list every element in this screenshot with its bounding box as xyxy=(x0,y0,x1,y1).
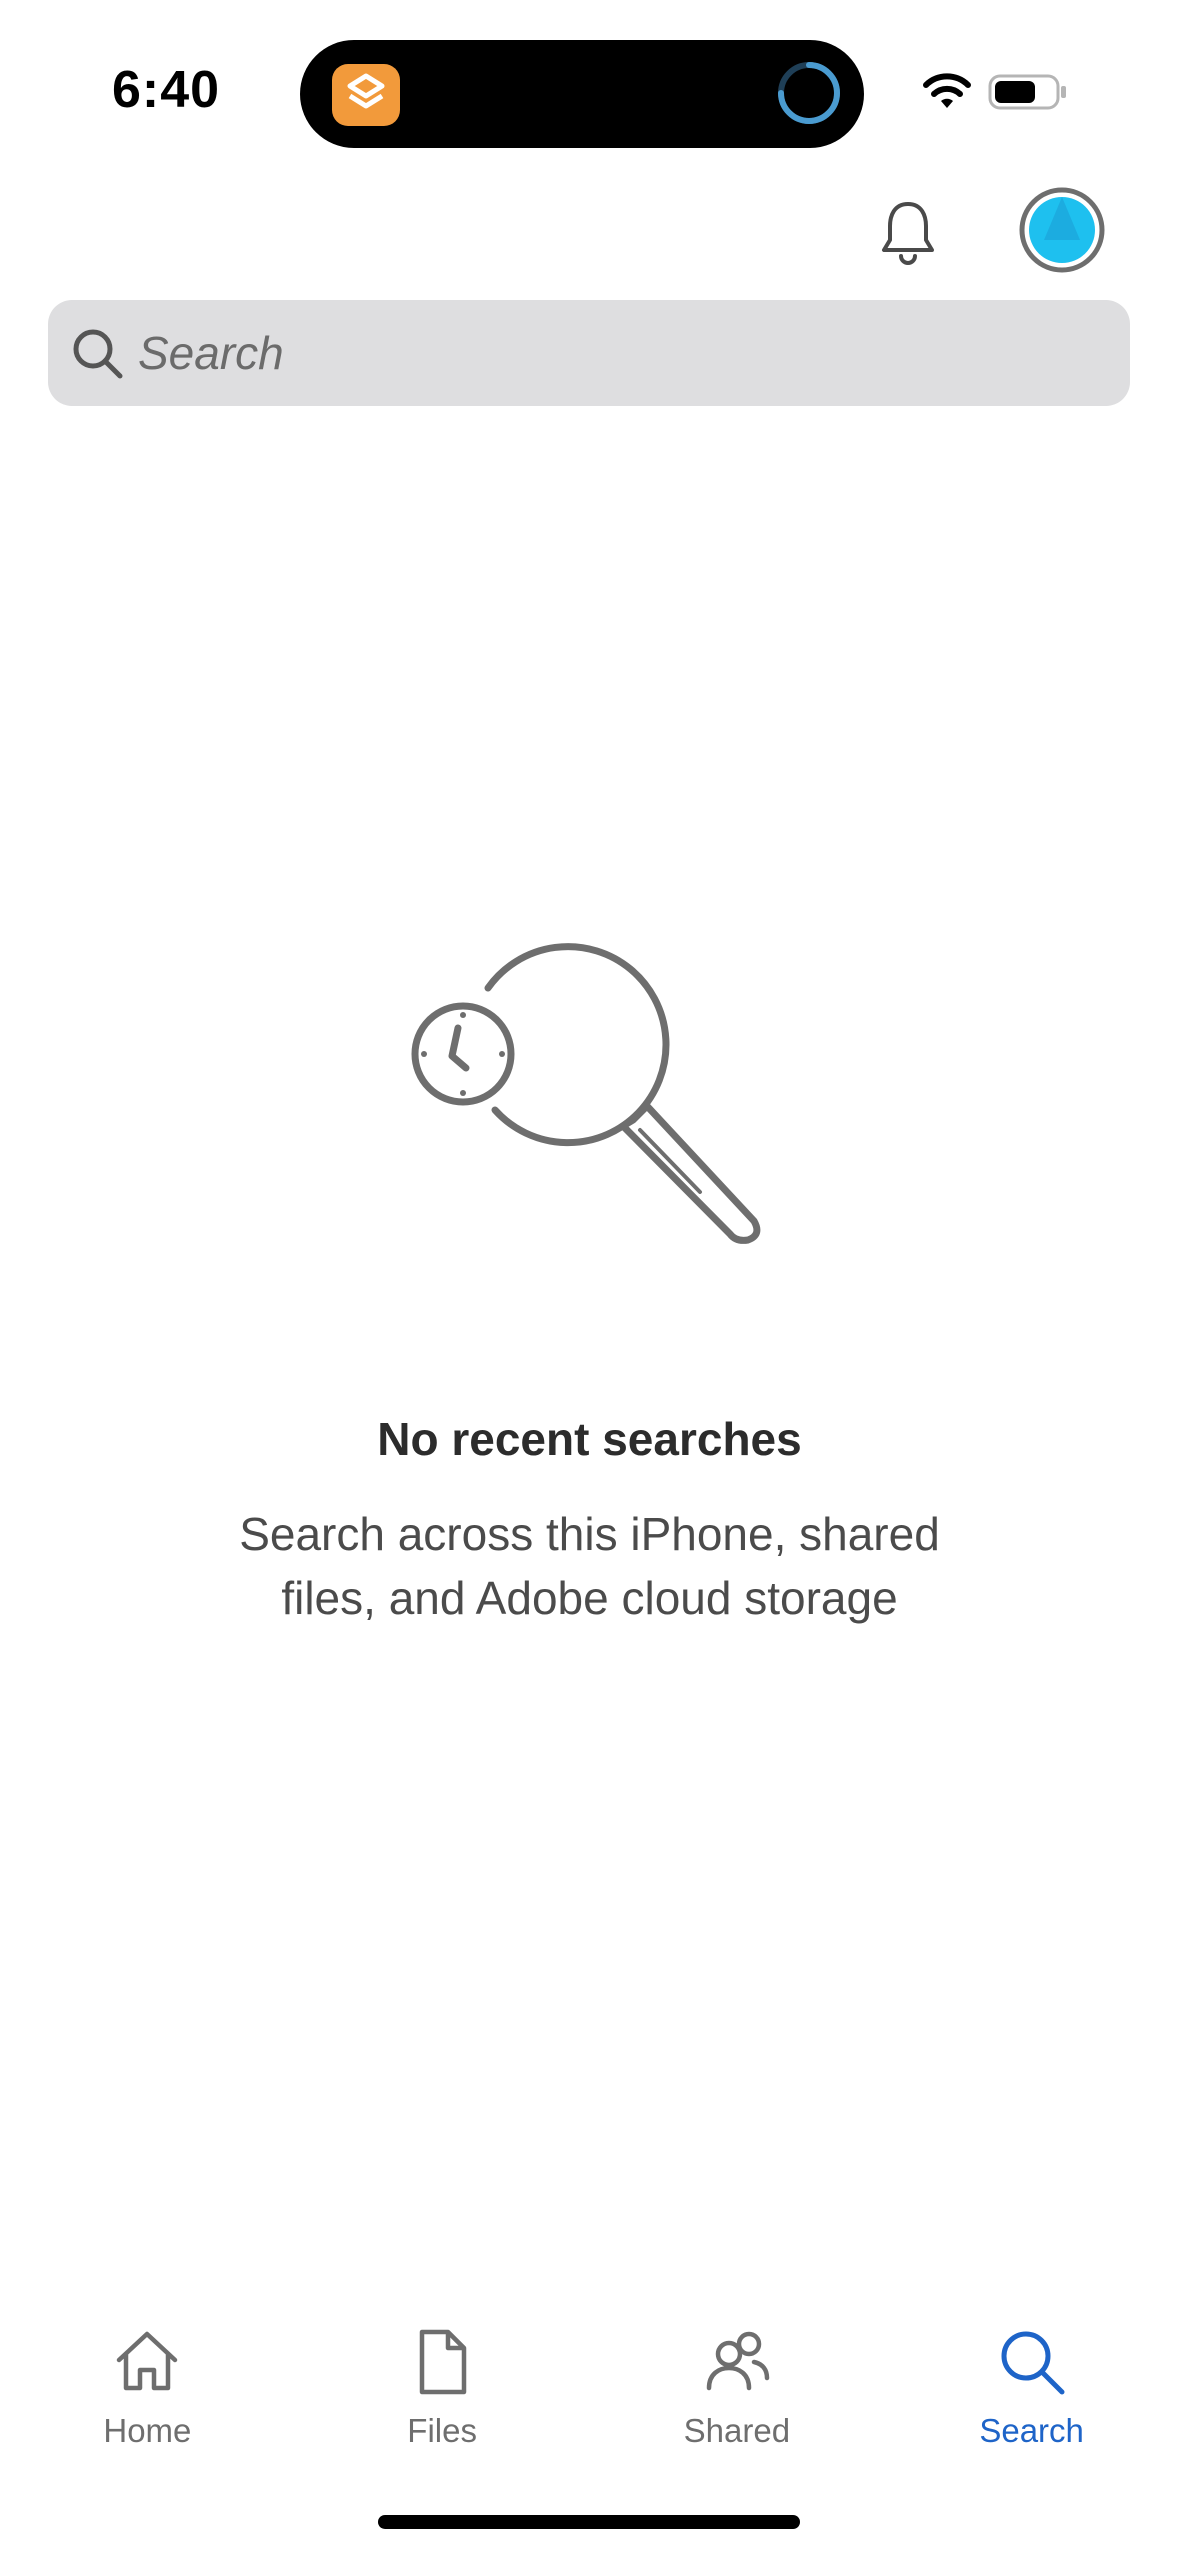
dynamic-island xyxy=(300,40,864,148)
tab-home-label: Home xyxy=(103,2412,192,2449)
shared-users-icon xyxy=(706,2331,770,2391)
shortcuts-app-icon xyxy=(332,64,400,126)
progress-spinner-icon xyxy=(774,58,844,128)
status-time: 6:40 xyxy=(112,61,221,119)
tab-shared-label: Shared xyxy=(683,2412,791,2449)
file-icon xyxy=(419,2329,467,2395)
recent-search-illustration-icon xyxy=(400,930,780,1260)
home-indicator[interactable] xyxy=(378,2515,800,2529)
avatar[interactable] xyxy=(1018,186,1106,274)
bell-icon xyxy=(882,202,934,265)
tab-home[interactable]: Home xyxy=(0,2300,295,2470)
search-icon xyxy=(1001,2331,1065,2395)
search-icon xyxy=(68,324,128,384)
search-input[interactable] xyxy=(138,318,1098,388)
empty-state-subtitle: Search across this iPhone, shared files,… xyxy=(239,1508,940,1624)
tab-search[interactable]: Search xyxy=(884,2300,1179,2470)
empty-state-title: No recent searches xyxy=(377,1413,802,1465)
tab-shared[interactable]: Shared xyxy=(590,2300,885,2470)
screen: 6:40 Search No recent searches Search ac… xyxy=(0,0,1179,2556)
tab-files-label: Files xyxy=(407,2412,477,2449)
battery-icon xyxy=(988,72,1068,112)
wifi-icon xyxy=(922,72,972,112)
home-icon xyxy=(117,2331,178,2391)
search-bar[interactable] xyxy=(48,300,1130,406)
tab-files[interactable]: Files xyxy=(295,2300,590,2470)
notifications-button[interactable] xyxy=(872,196,944,268)
tab-bar: Home Files Shared Search xyxy=(0,2300,1179,2470)
tab-search-label: Search xyxy=(979,2412,1084,2449)
